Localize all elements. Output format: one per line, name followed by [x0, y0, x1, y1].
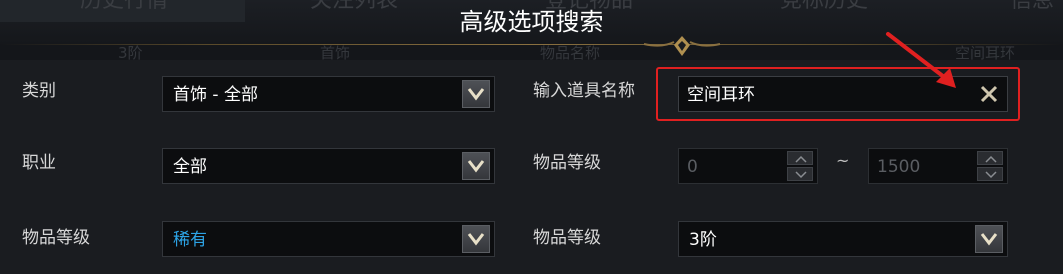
highlight-box: [656, 67, 1020, 121]
tier-value: 3阶: [689, 230, 717, 250]
annotation-arrow-icon: [886, 32, 956, 88]
chevron-down-icon[interactable]: [462, 225, 490, 253]
item-level-max-value: 1500: [877, 157, 921, 177]
advanced-search-dialog: 类别 首饰 - 全部 输入道具名称 空间耳环 职业 全部 物品等级 0 ~ 15…: [0, 60, 1063, 274]
title-ornament-icon: [643, 36, 721, 56]
decrement-button[interactable]: [977, 167, 1003, 181]
chevron-down-icon[interactable]: [462, 152, 490, 180]
decrement-button[interactable]: [787, 167, 813, 181]
category-select[interactable]: 首饰 - 全部: [162, 76, 495, 112]
job-select[interactable]: 全部: [162, 148, 495, 184]
increment-button[interactable]: [787, 151, 813, 165]
chevron-up-icon: [795, 155, 807, 163]
min-stepper[interactable]: [787, 151, 813, 181]
item-level-min-value: 0: [687, 157, 698, 177]
chevron-down-icon: [985, 171, 997, 179]
category-label: 类别: [22, 81, 56, 101]
chevron-down-icon[interactable]: [975, 225, 1003, 253]
max-stepper[interactable]: [977, 151, 1003, 181]
item-name-label: 输入道具名称: [533, 81, 635, 101]
grade-value: 稀有: [173, 230, 207, 250]
item-level-min-input[interactable]: 0: [678, 148, 818, 184]
chevron-down-icon: [795, 171, 807, 179]
grade-label: 物品等级: [22, 228, 90, 248]
item-level-max-input[interactable]: 1500: [868, 148, 1008, 184]
tier-label: 物品等级: [533, 228, 601, 248]
job-value: 全部: [173, 157, 207, 177]
job-label: 职业: [22, 153, 56, 173]
increment-button[interactable]: [977, 151, 1003, 165]
chevron-up-icon: [985, 155, 997, 163]
tier-select[interactable]: 3阶: [678, 221, 1008, 257]
item-level-label: 物品等级: [533, 153, 601, 173]
category-value: 首饰 - 全部: [173, 85, 258, 105]
grade-select[interactable]: 稀有: [162, 221, 495, 257]
chevron-down-icon[interactable]: [462, 80, 490, 108]
range-separator: ~: [836, 151, 850, 170]
